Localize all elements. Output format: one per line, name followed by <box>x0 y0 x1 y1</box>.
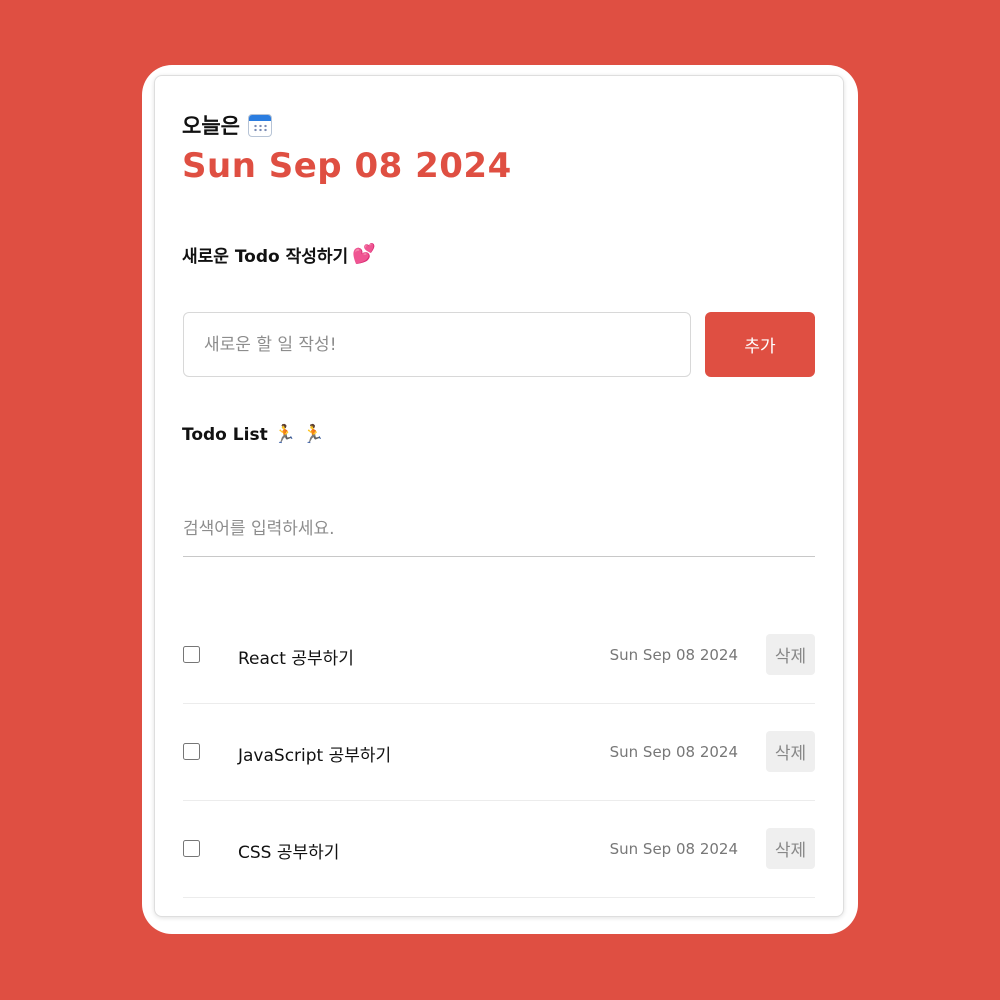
heart-icon: 💕 <box>352 243 376 265</box>
delete-button[interactable]: 삭제 <box>766 634 815 675</box>
runner-icon: 🏃 <box>302 424 325 445</box>
add-button[interactable]: 추가 <box>705 312 815 377</box>
todo-checkbox[interactable] <box>183 840 200 857</box>
current-date: Sun Sep 08 2024 <box>182 146 512 186</box>
todo-date: Sun Sep 08 2024 <box>609 646 738 664</box>
todo-content: JavaScript 공부하기 <box>238 746 392 766</box>
today-label: 오늘은 <box>182 114 240 138</box>
delete-button[interactable]: 삭제 <box>766 731 815 772</box>
todo-item: React 공부하기 Sun Sep 08 2024 삭제 <box>183 607 815 704</box>
todo-card: 오늘은 Sun Sep 08 2024 새로운 Todo 작성하기 💕 추가 T… <box>154 75 844 917</box>
delete-button[interactable]: 삭제 <box>766 828 815 869</box>
editor-title: 새로운 Todo 작성하기 💕 <box>182 242 376 268</box>
editor-title-text: 새로운 Todo 작성하기 <box>182 247 349 267</box>
app-frame: 오늘은 Sun Sep 08 2024 새로운 Todo 작성하기 💕 추가 T… <box>142 65 858 934</box>
todo-date: Sun Sep 08 2024 <box>609 743 738 761</box>
todo-item: JavaScript 공부하기 Sun Sep 08 2024 삭제 <box>183 704 815 801</box>
today-header: 오늘은 <box>182 110 272 140</box>
todo-checkbox[interactable] <box>183 743 200 760</box>
todo-content: React 공부하기 <box>238 649 354 669</box>
todo-list-title: Todo List 🏃 🏃 <box>182 425 325 445</box>
new-todo-input[interactable] <box>183 312 691 377</box>
search-input[interactable] <box>183 501 815 557</box>
runner-icon: 🏃 <box>273 424 297 445</box>
todo-list-title-text: Todo List <box>182 425 268 445</box>
calendar-icon <box>247 113 272 137</box>
todo-date: Sun Sep 08 2024 <box>609 840 738 858</box>
todo-checkbox[interactable] <box>183 646 200 663</box>
todo-item: CSS 공부하기 Sun Sep 08 2024 삭제 <box>183 801 815 898</box>
todo-content: CSS 공부하기 <box>238 843 340 863</box>
